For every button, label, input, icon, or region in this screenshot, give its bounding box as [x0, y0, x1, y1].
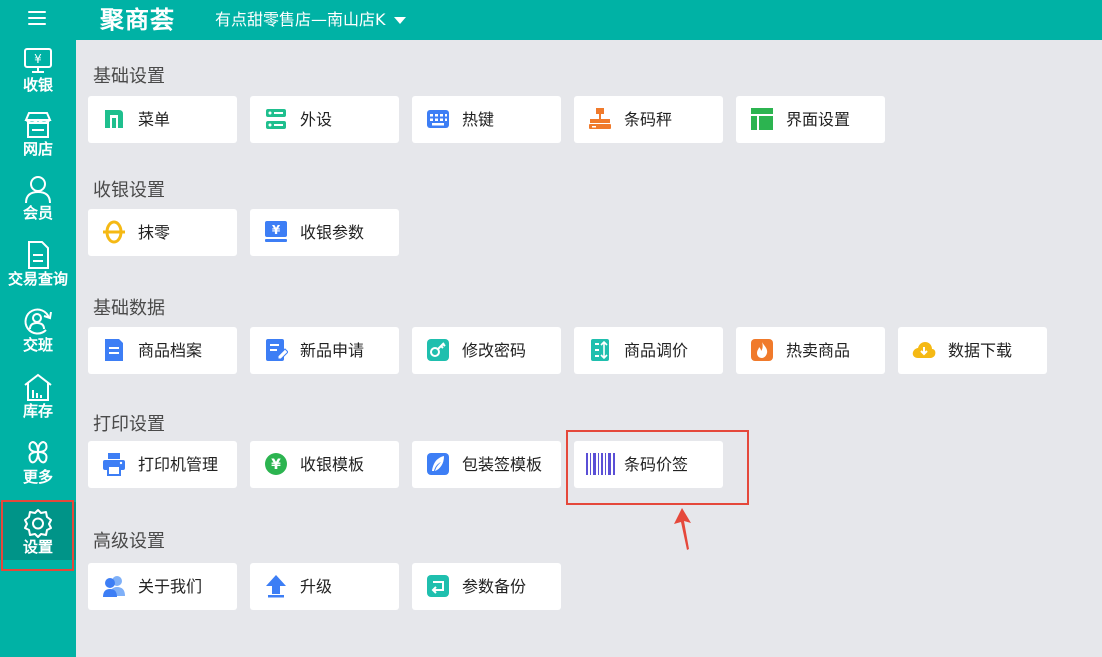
- more-icon: [28, 441, 48, 464]
- card-params-backup[interactable]: 参数备份: [412, 563, 561, 610]
- hamburger-menu-icon[interactable]: [28, 11, 46, 27]
- new-product-icon: [266, 339, 288, 361]
- sidebar-item-label: 收银: [22, 76, 53, 94]
- card-hot-products[interactable]: 热卖商品: [736, 327, 885, 374]
- sidebar-item-shift[interactable]: 交班: [0, 300, 76, 364]
- key-icon: [427, 339, 449, 361]
- top-bar: 聚商荟 有点甜零售店—南山店K: [0, 0, 1102, 40]
- section-title: 基础数据: [93, 298, 165, 319]
- sidebar-item-member[interactable]: 会员: [0, 168, 76, 232]
- barcode-card-highlight-box: [566, 430, 749, 505]
- card-label: 抹零: [138, 223, 171, 242]
- layout-icon: [751, 108, 773, 130]
- card-price-adjust[interactable]: 商品调价: [574, 327, 723, 374]
- sidebar: ¥ 收银 网店 会员 交易查询 交班 库存 更多 设置: [0, 40, 76, 657]
- sidebar-item-label: 交班: [22, 336, 53, 354]
- card-ui-settings[interactable]: 界面设置: [736, 96, 885, 143]
- card-label: 热键: [462, 110, 495, 129]
- server-icon: [266, 109, 286, 129]
- card-label: 打印机管理: [138, 455, 219, 474]
- card-upgrade[interactable]: 升级: [250, 563, 399, 610]
- card-round-off[interactable]: 抹零: [88, 209, 237, 256]
- card-label: 关于我们: [138, 577, 203, 596]
- card-label: 收银参数: [300, 223, 365, 242]
- card-change-password[interactable]: 修改密码: [412, 327, 561, 374]
- card-label: 菜单: [138, 110, 171, 129]
- store-icon: [24, 112, 52, 138]
- cash-params-icon: ¥: [265, 221, 287, 242]
- document-icon: [28, 241, 49, 269]
- sidebar-item-label: 更多: [22, 468, 53, 486]
- shift-icon: [24, 308, 52, 335]
- card-label: 外设: [300, 110, 333, 129]
- card-label: 数据下载: [948, 341, 1013, 360]
- card-data-download[interactable]: 数据下载: [898, 327, 1047, 374]
- member-icon: [25, 176, 51, 204]
- sidebar-item-transactions[interactable]: 交易查询: [0, 234, 76, 298]
- chevron-down-icon: [393, 17, 406, 24]
- card-label: 收银模板: [300, 455, 365, 474]
- scale-icon: [589, 108, 611, 129]
- card-label: 商品档案: [138, 341, 203, 360]
- price-adjust-icon: [591, 339, 609, 361]
- card-label: 界面设置: [786, 110, 851, 129]
- card-menu[interactable]: 菜单: [88, 96, 237, 143]
- keyboard-icon: [427, 110, 449, 128]
- red-arrow-icon: [674, 508, 691, 550]
- feather-icon: [427, 453, 449, 475]
- card-cash-template[interactable]: ¥ 收银模板: [250, 441, 399, 488]
- card-label: 条码秤: [624, 110, 673, 129]
- section-title: 打印设置: [93, 414, 165, 435]
- cloud-download-icon: [912, 342, 936, 358]
- card-label: 参数备份: [462, 577, 527, 596]
- store-selector[interactable]: 有点甜零售店—南山店K: [215, 0, 406, 40]
- sidebar-item-more[interactable]: 更多: [0, 432, 76, 496]
- yen-coin-icon: ¥: [265, 453, 287, 475]
- card-new-product-request[interactable]: 新品申请: [250, 327, 399, 374]
- sidebar-item-label: 会员: [22, 204, 53, 222]
- cash-register-icon: ¥: [24, 48, 52, 73]
- card-cash-params[interactable]: ¥ 收银参数: [250, 209, 399, 256]
- section-title: 收银设置: [93, 180, 165, 201]
- section-title: 基础设置: [93, 66, 165, 87]
- card-peripherals[interactable]: 外设: [250, 96, 399, 143]
- card-label: 新品申请: [300, 341, 365, 360]
- card-barcode-scale[interactable]: 条码秤: [574, 96, 723, 143]
- card-label: 修改密码: [462, 341, 527, 360]
- users-icon: [103, 576, 125, 597]
- sidebar-item-label: 网店: [22, 140, 53, 158]
- card-about-us[interactable]: 关于我们: [88, 563, 237, 610]
- app-logo: 聚商荟: [100, 6, 175, 34]
- fire-icon: [751, 339, 773, 361]
- settings-panel: 基础设置 菜单 外设 热键 条码秤 界面设置 收银设置 抹零 ¥ 收银参数 基础…: [76, 40, 1102, 657]
- card-hotkeys[interactable]: 热键: [412, 96, 561, 143]
- product-file-icon: [105, 339, 123, 361]
- svg-text:¥: ¥: [271, 457, 281, 473]
- svg-text:¥: ¥: [34, 52, 42, 66]
- sidebar-item-inventory[interactable]: 库存: [0, 366, 76, 430]
- store-name: 有点甜零售店—南山店K: [215, 10, 386, 29]
- card-package-label-template[interactable]: 包装签模板: [412, 441, 561, 488]
- sidebar-item-webstore[interactable]: 网店: [0, 104, 76, 168]
- svg-text:¥: ¥: [272, 223, 281, 237]
- settings-highlight-box: [1, 500, 74, 571]
- upgrade-icon: [266, 575, 286, 598]
- printer-icon: [103, 453, 125, 476]
- round-off-icon: [103, 220, 125, 244]
- section-title: 高级设置: [93, 531, 165, 552]
- sidebar-item-label: 交易查询: [7, 270, 68, 288]
- sidebar-item-cashier[interactable]: ¥ 收银: [0, 40, 76, 104]
- menu-icon: [105, 110, 123, 128]
- card-printer-management[interactable]: 打印机管理: [88, 441, 237, 488]
- backup-icon: [427, 575, 449, 597]
- card-label: 商品调价: [624, 341, 689, 360]
- sidebar-item-label: 库存: [22, 402, 53, 420]
- card-label: 升级: [300, 577, 333, 596]
- card-product-files[interactable]: 商品档案: [88, 327, 237, 374]
- warehouse-icon: [24, 373, 52, 401]
- card-label: 热卖商品: [786, 341, 851, 360]
- card-label: 包装签模板: [462, 455, 543, 474]
